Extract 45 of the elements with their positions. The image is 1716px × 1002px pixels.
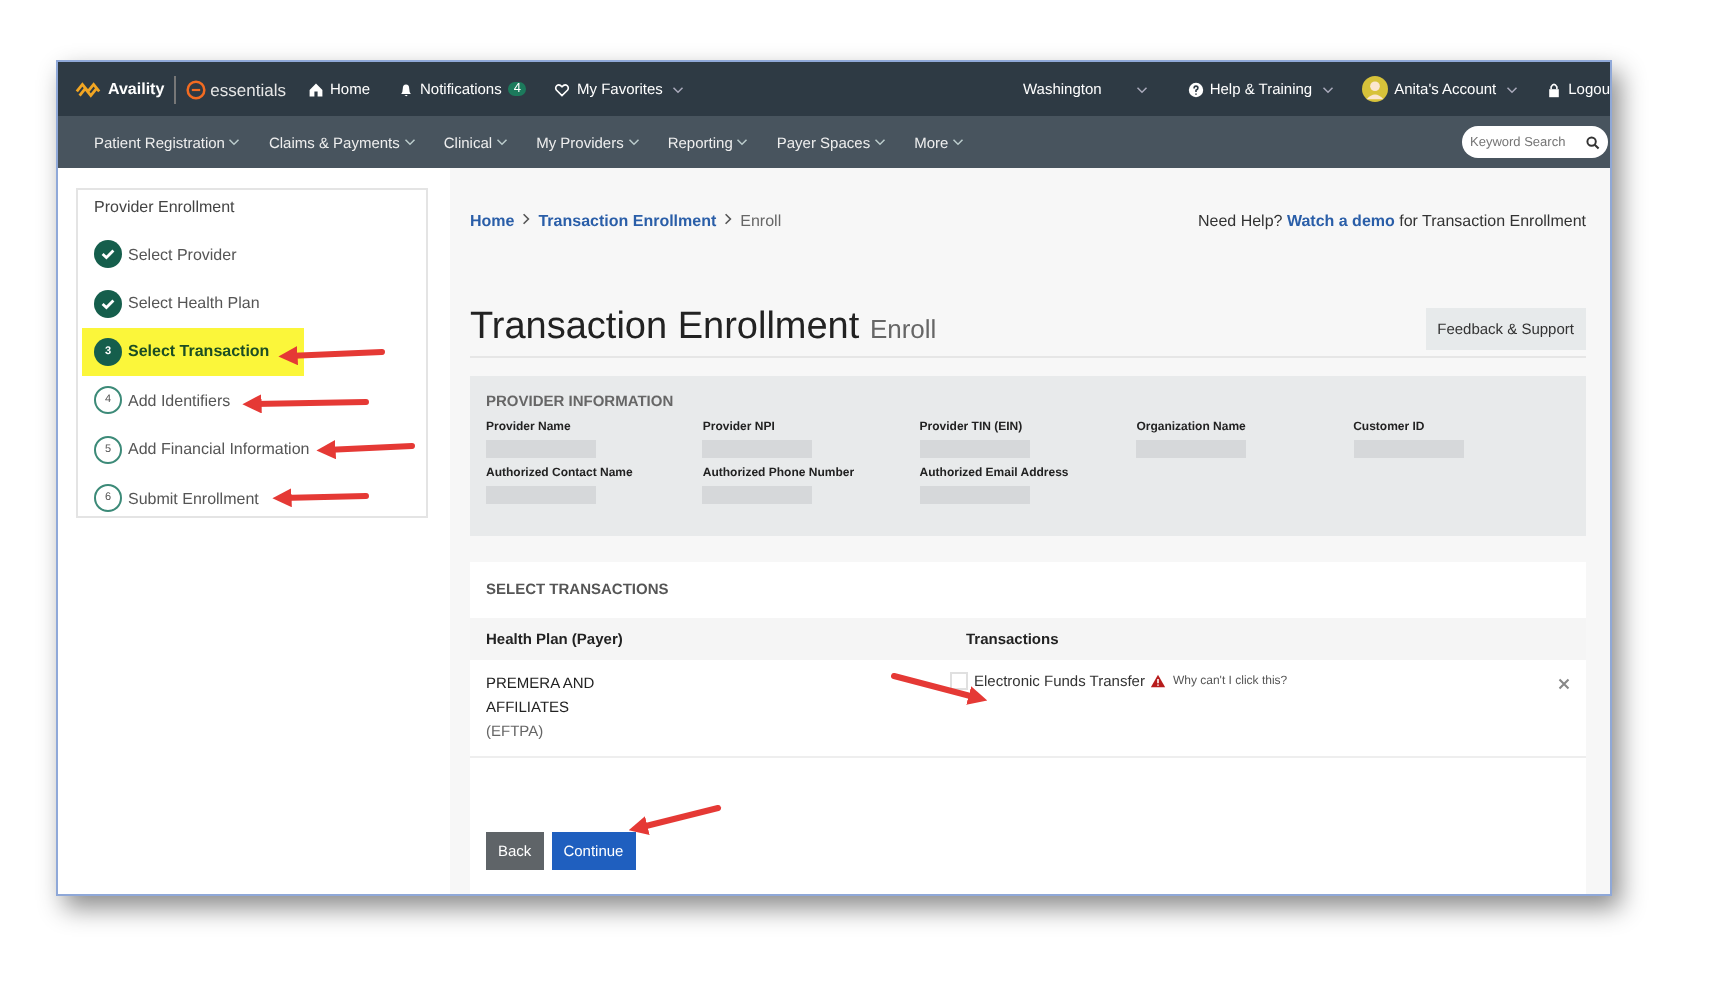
step-item[interactable]: Select Health Plan	[94, 278, 410, 328]
step-label: Select Transaction	[128, 342, 270, 361]
home-icon	[307, 81, 324, 97]
close-icon[interactable]	[1558, 678, 1570, 690]
caret-icon	[952, 138, 965, 146]
search-icon	[1586, 135, 1600, 149]
step-label: Select Provider	[128, 245, 237, 264]
caret-icon	[1322, 85, 1335, 93]
avatar-icon	[1362, 76, 1389, 102]
product-name: essentials	[210, 79, 286, 99]
panel-title: Provider Enrollment	[94, 198, 237, 216]
help-icon	[1187, 81, 1204, 97]
breadcrumb-item[interactable]: Home	[470, 212, 515, 230]
chevron-icon	[724, 212, 733, 230]
page-title: Transaction Enrollment Enroll	[470, 306, 937, 350]
annotation-arrow	[316, 439, 415, 460]
warning-icon	[1150, 674, 1167, 688]
annotation-arrow	[628, 805, 721, 835]
caret-icon	[627, 138, 640, 146]
watch-demo-link[interactable]: Watch a demo	[1286, 212, 1395, 230]
heart-icon	[554, 81, 571, 97]
annotation-arrow	[272, 488, 369, 508]
step-label: Submit Enrollment	[128, 489, 259, 508]
step-label: Add Financial Information	[128, 440, 310, 459]
caret-icon	[228, 138, 241, 146]
caret-icon	[736, 138, 749, 146]
caret-icon	[1506, 85, 1519, 93]
logo-icon	[74, 79, 102, 99]
help-text: Need Help? Watch a demo for Transaction Enrollment	[1197, 212, 1586, 230]
annotation-arrow	[242, 394, 369, 414]
lock-icon	[1546, 81, 1563, 97]
step-item[interactable]: Select Provider	[94, 230, 410, 279]
brand-name: Availity	[108, 80, 165, 98]
caret-icon	[403, 138, 416, 146]
caret-icon	[1135, 85, 1148, 93]
step-label: Select Health Plan	[128, 294, 260, 313]
breadcrumb-item[interactable]: Transaction Enrollment	[538, 212, 717, 230]
breadcrumb-item: Enroll	[740, 212, 782, 230]
caret-icon	[874, 138, 887, 146]
annotation-arrow	[278, 346, 385, 366]
caret-icon	[496, 138, 509, 146]
bell-icon	[398, 81, 414, 97]
chevron-icon	[522, 212, 531, 230]
step-label: Add Identifiers	[128, 391, 231, 410]
e-logo-icon	[186, 79, 207, 99]
